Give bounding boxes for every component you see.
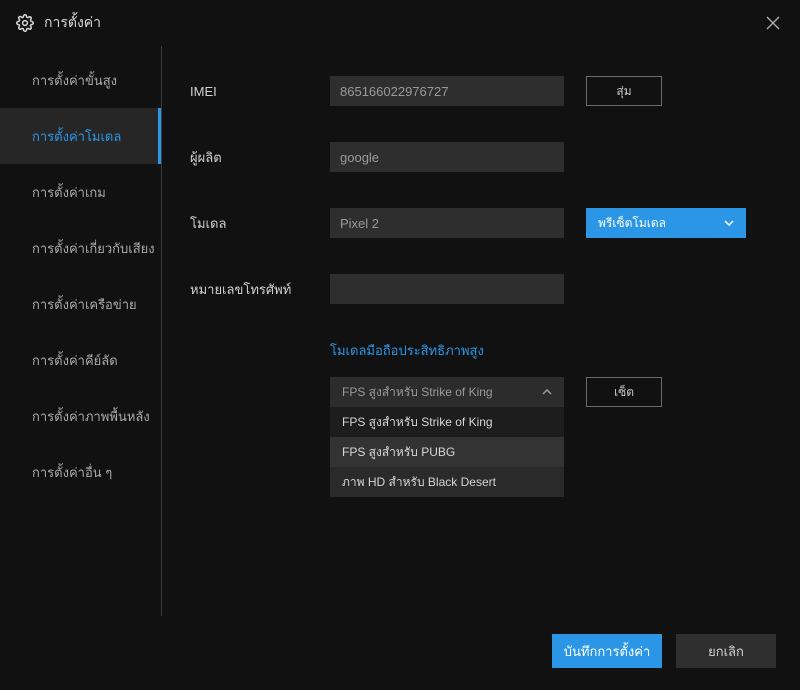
perf-combo: FPS สูงสำหรับ Strike of King FPS สูงสำหร… bbox=[330, 377, 564, 497]
perf-combo-list: FPS สูงสำหรับ Strike of King FPS สูงสำหร… bbox=[330, 407, 564, 497]
row-phone: หมายเลขโทรศัพท์ bbox=[190, 274, 772, 304]
set-button[interactable]: เซ็ต bbox=[586, 377, 662, 407]
random-button[interactable]: สุ่ม bbox=[586, 76, 662, 106]
cancel-button[interactable]: ยกเลิก bbox=[676, 634, 776, 668]
titlebar: การตั้งค่า bbox=[0, 0, 800, 46]
imei-input[interactable] bbox=[330, 76, 564, 106]
chevron-down-icon bbox=[724, 220, 734, 226]
sidebar: การตั้งค่าขั้นสูง การตั้งค่าโมเดล การตั้… bbox=[0, 46, 162, 616]
sidebar-item-label: การตั้งค่าอื่น ๆ bbox=[32, 462, 112, 483]
sidebar-item-label: การตั้งค่าคีย์ลัด bbox=[32, 350, 118, 371]
window-title: การตั้งค่า bbox=[44, 12, 101, 34]
sidebar-item-label: การตั้งค่าโมเดล bbox=[32, 126, 121, 147]
main-panel: IMEI สุ่ม ผู้ผลิต โมเดล พรีเซ็ตโมเดล หมา… bbox=[162, 46, 800, 616]
perf-option[interactable]: ภาพ HD สำหรับ Black Desert bbox=[330, 467, 564, 497]
perf-combo-head[interactable]: FPS สูงสำหรับ Strike of King bbox=[330, 377, 564, 407]
preset-dropdown[interactable]: พรีเซ็ตโมเดล bbox=[586, 208, 746, 238]
sidebar-item-model[interactable]: การตั้งค่าโมเดล bbox=[0, 108, 161, 164]
perf-option[interactable]: FPS สูงสำหรับ Strike of King bbox=[330, 407, 564, 437]
model-label: โมเดล bbox=[190, 213, 330, 234]
sidebar-item-other[interactable]: การตั้งค่าอื่น ๆ bbox=[0, 444, 161, 500]
perf-selected: FPS สูงสำหรับ Strike of King bbox=[342, 383, 493, 402]
row-maker: ผู้ผลิต bbox=[190, 142, 772, 172]
imei-label: IMEI bbox=[190, 84, 330, 99]
sidebar-item-network[interactable]: การตั้งค่าเครือข่าย bbox=[0, 276, 161, 332]
sidebar-item-shortcut[interactable]: การตั้งค่าคีย์ลัด bbox=[0, 332, 161, 388]
sidebar-item-label: การตั้งค่าขั้นสูง bbox=[32, 70, 117, 91]
sidebar-item-label: การตั้งค่าเครือข่าย bbox=[32, 294, 137, 315]
chevron-up-icon bbox=[542, 389, 552, 395]
titlebar-left: การตั้งค่า bbox=[16, 12, 101, 34]
sidebar-item-advanced[interactable]: การตั้งค่าขั้นสูง bbox=[0, 52, 161, 108]
footer: บันทึกการตั้งค่า ยกเลิก bbox=[552, 634, 776, 668]
preset-label: พรีเซ็ตโมเดล bbox=[598, 214, 666, 233]
maker-label: ผู้ผลิต bbox=[190, 147, 330, 168]
perf-row: FPS สูงสำหรับ Strike of King FPS สูงสำหร… bbox=[330, 377, 772, 497]
row-imei: IMEI สุ่ม bbox=[190, 76, 772, 106]
phone-label: หมายเลขโทรศัพท์ bbox=[190, 279, 330, 300]
phone-input[interactable] bbox=[330, 274, 564, 304]
sidebar-item-audio[interactable]: การตั้งค่าเกี่ยวกับเสียง bbox=[0, 220, 161, 276]
sidebar-item-label: การตั้งค่าภาพพื้นหลัง bbox=[32, 406, 150, 427]
save-button[interactable]: บันทึกการตั้งค่า bbox=[552, 634, 662, 668]
maker-input[interactable] bbox=[330, 142, 564, 172]
sidebar-item-game[interactable]: การตั้งค่าเกม bbox=[0, 164, 161, 220]
perf-heading: โมเดลมือถือประสิทธิภาพสูง bbox=[330, 340, 772, 361]
model-input[interactable] bbox=[330, 208, 564, 238]
gear-icon bbox=[16, 14, 34, 32]
sidebar-item-label: การตั้งค่าเกี่ยวกับเสียง bbox=[32, 238, 155, 259]
close-button[interactable] bbox=[762, 12, 784, 34]
sidebar-item-wallpaper[interactable]: การตั้งค่าภาพพื้นหลัง bbox=[0, 388, 161, 444]
sidebar-item-label: การตั้งค่าเกม bbox=[32, 182, 106, 203]
perf-option[interactable]: FPS สูงสำหรับ PUBG bbox=[330, 437, 564, 467]
row-model: โมเดล พรีเซ็ตโมเดล bbox=[190, 208, 772, 238]
